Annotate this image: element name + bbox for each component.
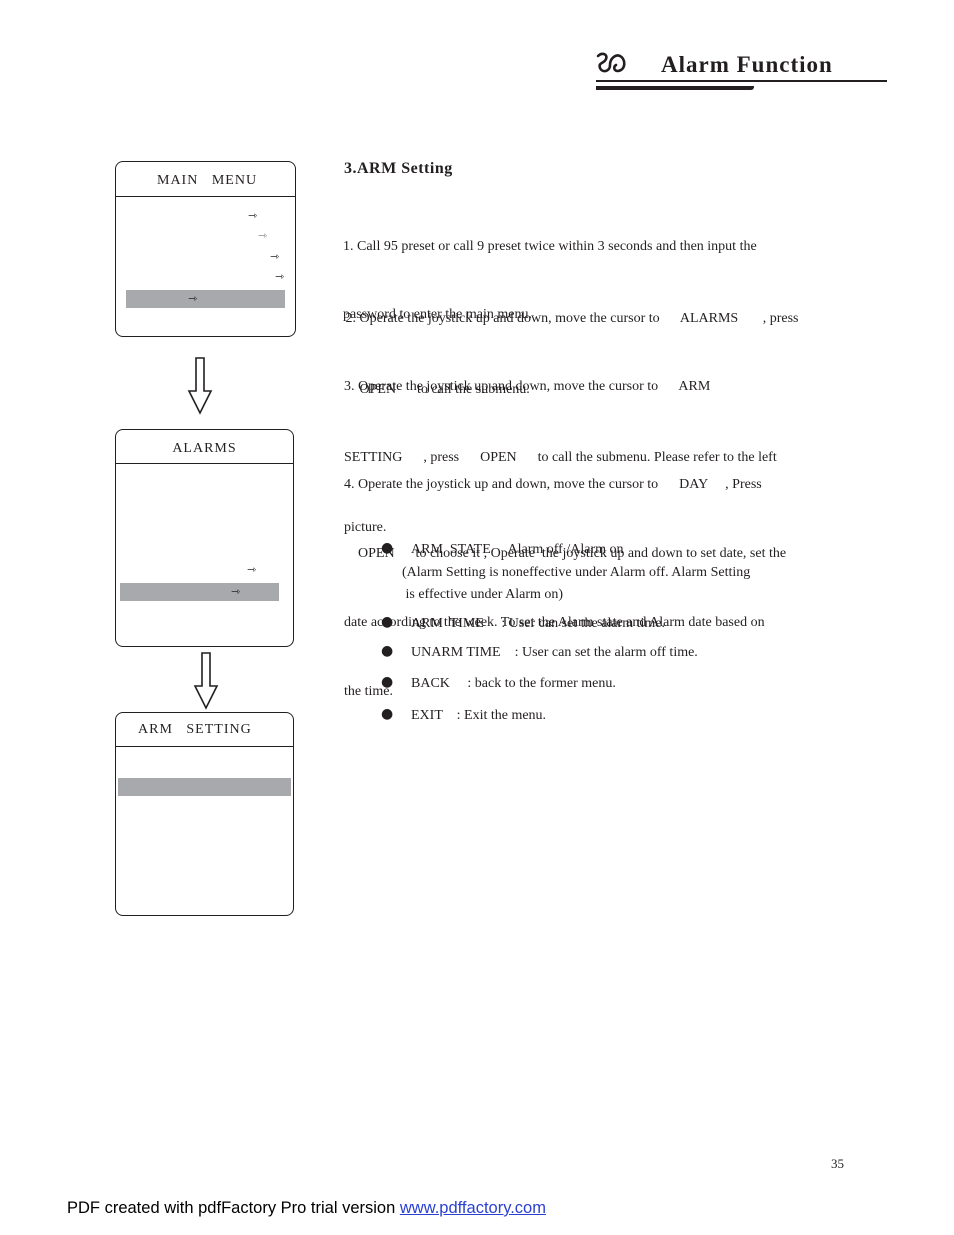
bullet-icon: ● (381, 614, 394, 630)
bullet-icon: ● (381, 674, 394, 690)
page-number: 35 (831, 1156, 844, 1171)
down-arrow-icon (193, 652, 219, 710)
menu-divider (116, 463, 293, 464)
main-menu-title: MAIN MENU (157, 173, 258, 188)
step-line: 4. Operate the joystick up and down, mov… (344, 477, 762, 492)
pdffactory-link[interactable]: www.pdffactory.com (400, 1199, 546, 1217)
menu-cursor-highlight (118, 778, 291, 796)
bullet-icon: ● (381, 706, 394, 722)
header-rule-thick (596, 86, 754, 90)
submenu-arrow-icon: ⇾ (258, 229, 268, 242)
alarms-menu-title: ALARMS (172, 441, 237, 456)
menu-cursor-highlight (120, 583, 279, 601)
bullet-back: BACK : back to the former menu. (411, 676, 616, 691)
bullet-icon: ● (381, 540, 394, 556)
submenu-arrow-icon: ⇾ (231, 585, 241, 598)
submenu-arrow-icon: ⇾ (247, 563, 257, 576)
bullet-note: is effective under Alarm on) (402, 587, 564, 602)
down-arrow-icon (187, 357, 213, 415)
submenu-arrow-icon: ⇾ (188, 292, 198, 305)
bullet-exit: EXIT : Exit the menu. (411, 708, 547, 723)
submenu-arrow-icon: ⇾ (270, 250, 280, 263)
main-menu-panel: MAIN MENU ⇾ ⇾ ⇾ ⇾ ⇾ (115, 161, 296, 337)
menu-divider (116, 196, 295, 197)
bullet-unarm-time: UNARM TIME : User can set the alarm off … (411, 645, 698, 660)
menu-divider (116, 746, 293, 747)
bullet-note: (Alarm Setting is noneffective under Ala… (402, 565, 751, 580)
bullet-icon: ● (381, 643, 394, 659)
bullet-arm-time: ARM TIME : User can set the alarm time. (411, 616, 666, 631)
page-header-title: Alarm Function (661, 52, 833, 77)
bullet-arm-state: ARM STATE Alarm off /Alarm on (411, 542, 624, 557)
section-title: 3.ARM Setting (344, 160, 453, 177)
alarms-panel: ALARMS ⇾ ⇾ (115, 429, 294, 647)
chapter-logo-icon (594, 50, 630, 82)
menu-cursor-highlight (126, 290, 285, 308)
pdf-watermark: PDF created with pdfFactory Pro trial ve… (67, 1199, 546, 1218)
arm-setting-panel: ARM SETTING (115, 712, 294, 916)
submenu-arrow-icon: ⇾ (275, 270, 285, 283)
watermark-text: PDF created with pdfFactory Pro trial ve… (67, 1199, 400, 1217)
header-rule (596, 80, 887, 82)
step-line: 3. Operate the joystick up and down, mov… (344, 379, 711, 394)
arm-setting-menu-title: ARM SETTING (138, 722, 252, 737)
step-line: 2. Operate the joystick up and down, mov… (342, 311, 799, 326)
step-line: 1. Call 95 preset or call 9 preset twice… (343, 239, 757, 254)
submenu-arrow-icon: ⇾ (248, 209, 258, 222)
